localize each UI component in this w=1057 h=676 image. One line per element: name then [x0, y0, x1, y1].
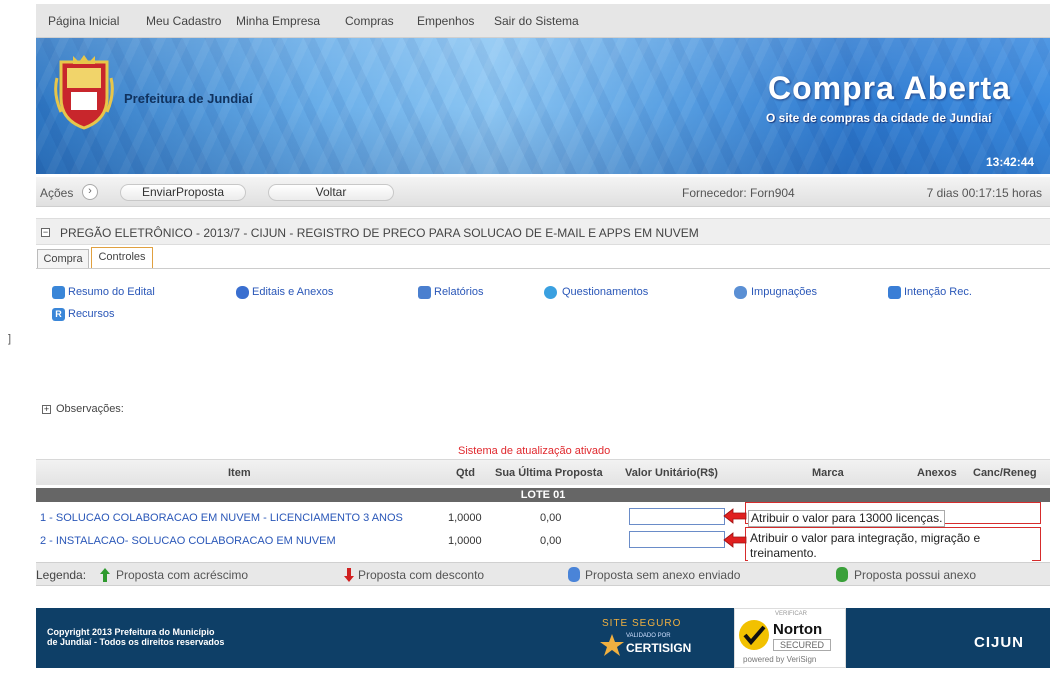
nav-sair-do-sistema[interactable]: Sair do Sistema	[494, 14, 579, 28]
legend-possui-anexo: Proposta possui anexo	[854, 568, 977, 582]
norton-powered: powered by VeriSign	[743, 655, 817, 664]
sistema-status: Sistema de atualização ativado	[458, 445, 611, 457]
norton-check-icon	[739, 620, 769, 650]
link-resumo-do-edital[interactable]: Resumo do Edital	[68, 286, 155, 298]
acoes-label: Ações	[40, 186, 74, 200]
attachment-icon	[236, 286, 249, 299]
valor-unitario-input[interactable]	[629, 531, 725, 548]
norton-secured: SECURED	[773, 639, 831, 651]
nav-compras[interactable]: Compras	[345, 14, 394, 28]
fornecedor-label: Fornecedor: Forn904	[682, 186, 795, 200]
col-marca: Marca	[812, 467, 844, 479]
item-qtd: 1,0000	[448, 512, 482, 524]
legend-bar: Legenda: Proposta com acréscimo Proposta…	[36, 562, 1050, 586]
col-ultima-proposta: Sua Última Proposta	[495, 467, 603, 479]
tab-controles[interactable]: Controles	[91, 247, 153, 269]
link-questionamentos[interactable]: Questionamentos	[562, 286, 648, 298]
cijun-logo: CIJUN	[974, 634, 1025, 651]
col-anexos: Anexos	[917, 467, 957, 479]
red-arrow-icon	[723, 508, 747, 524]
process-title-bar: − PREGÃO ELETRÔNICO - 2013/7 - CIJUN - R…	[36, 218, 1050, 245]
legend-sem-anexo: Proposta sem anexo enviado	[585, 568, 741, 582]
legend-title: Legenda:	[36, 568, 87, 582]
link-relatorios[interactable]: Relatórios	[434, 286, 484, 298]
link-editais-e-anexos[interactable]: Editais e Anexos	[252, 286, 333, 298]
certisign-seal[interactable]: SITE SEGURO VALIDADO POR CERTISIGN	[596, 614, 700, 660]
item-ultima-proposta: 0,00	[540, 535, 562, 547]
countdown-timer: 7 dias 00:17:15 horas	[926, 186, 1042, 200]
norton-seal[interactable]: VERIFICAR Norton SECURED powered by Veri…	[734, 608, 846, 668]
annotation-text: Atribuir o valor para 13000 licenças.	[748, 510, 946, 527]
edge-mark: ]	[8, 333, 12, 345]
recursos-icon: R	[52, 308, 65, 321]
lote-header: LOTE 01	[36, 488, 1050, 502]
prefeitura-name: Prefeitura de Jundiaí	[124, 91, 253, 106]
observacoes-label: Observações:	[56, 403, 124, 415]
jundiai-crest-logo	[54, 55, 114, 130]
intencao-icon	[888, 286, 901, 299]
arrow-up-green-icon	[100, 568, 110, 582]
item-name[interactable]: 1 - SOLUCAO COLABORACAO EM NUVEM - LICEN…	[40, 512, 403, 524]
collapse-icon[interactable]: −	[41, 228, 50, 237]
certisign-top: SITE SEGURO	[602, 618, 682, 629]
action-bar: Ações › EnviarProposta Voltar Fornecedor…	[36, 177, 1050, 207]
certisign-star-icon	[600, 634, 624, 656]
certisign-name: CERTISIGN	[626, 641, 692, 655]
expand-icon[interactable]: +	[42, 405, 51, 414]
tab-compra[interactable]: Compra	[37, 249, 89, 269]
report-icon	[418, 286, 431, 299]
valor-unitario-input[interactable]	[629, 508, 725, 525]
copyright: Copyright 2013 Prefeitura do Município d…	[47, 627, 224, 647]
process-title: PREGÃO ELETRÔNICO - 2013/7 - CIJUN - REG…	[60, 226, 699, 240]
nav-meu-cadastro[interactable]: Meu Cadastro	[146, 14, 221, 28]
col-valor-unitario: Valor Unitário(R$)	[625, 467, 718, 479]
chat-bubble-icon	[544, 286, 557, 299]
item-name[interactable]: 2 - INSTALACAO- SOLUCAO COLABORACAO EM N…	[40, 535, 336, 547]
tab-divider	[36, 268, 1050, 269]
red-arrow-icon	[723, 532, 747, 548]
copyright-line-1: Copyright 2013 Prefeitura do Município	[47, 627, 215, 637]
arrow-down-red-icon	[344, 568, 354, 582]
col-qtd: Qtd	[456, 467, 475, 479]
link-intencao-rec[interactable]: Intenção Rec.	[904, 286, 972, 298]
nav-minha-empresa[interactable]: Minha Empresa	[236, 14, 320, 28]
chevron-right-icon[interactable]: ›	[82, 184, 98, 200]
site-tagline: O site de compras da cidade de Jundiaí	[766, 111, 992, 125]
item-ultima-proposta: 0,00	[540, 512, 562, 524]
norton-verify: VERIFICAR	[775, 611, 808, 617]
copyright-line-2: de Jundiaí - Todos os direitos reservado…	[47, 637, 225, 647]
banner: Prefeitura de Jundiaí Compra Aberta O si…	[36, 38, 1050, 174]
link-recursos[interactable]: Recursos	[68, 308, 114, 320]
nav-pagina-inicial[interactable]: Página Inicial	[48, 14, 119, 28]
attachment-blue-icon	[568, 567, 580, 582]
legend-acrescimo: Proposta com acréscimo	[116, 568, 249, 582]
col-canc-reneg: Canc/Reneg	[973, 467, 1037, 479]
table-header: Item Qtd Sua Última Proposta Valor Unitá…	[36, 459, 1050, 485]
attachment-green-icon	[836, 567, 848, 582]
legend-desconto: Proposta com desconto	[358, 568, 485, 582]
annotation-text: Atribuir o valor para integração, migraç…	[748, 531, 1032, 561]
top-nav: Página Inicial Meu Cadastro Minha Empres…	[36, 4, 1050, 38]
norton-name: Norton	[773, 621, 823, 638]
footer: Copyright 2013 Prefeitura do Município d…	[36, 608, 1050, 668]
enviar-proposta-button[interactable]: EnviarProposta	[120, 184, 246, 201]
impugnacao-icon	[734, 286, 747, 299]
nav-empenhos[interactable]: Empenhos	[417, 14, 474, 28]
link-impugnacoes[interactable]: Impugnações	[751, 286, 817, 298]
col-item: Item	[228, 467, 251, 479]
clock: 13:42:44	[986, 155, 1035, 169]
document-icon	[52, 286, 65, 299]
site-brand: Compra Aberta	[768, 70, 1011, 106]
voltar-button[interactable]: Voltar	[268, 184, 394, 201]
item-qtd: 1,0000	[448, 535, 482, 547]
certisign-validated: VALIDADO POR	[626, 633, 671, 639]
